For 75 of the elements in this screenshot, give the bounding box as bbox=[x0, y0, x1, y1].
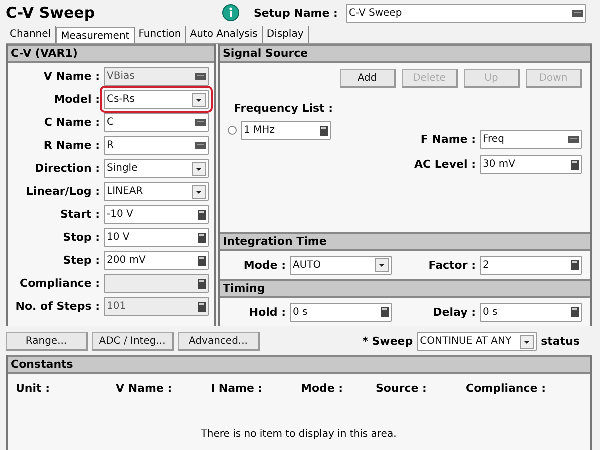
field-label: F Name : bbox=[420, 133, 476, 146]
column-header: I Name : bbox=[211, 382, 264, 395]
section-header: Timing bbox=[220, 279, 590, 298]
dialog-button[interactable]: Range... bbox=[6, 332, 88, 351]
caret-icon[interactable] bbox=[520, 334, 534, 348]
column-header: Unit : bbox=[16, 382, 52, 395]
window-title: C-V Sweep bbox=[6, 4, 96, 22]
input-field[interactable]: 200 mV bbox=[104, 251, 209, 270]
dialog-button[interactable]: Advanced... bbox=[178, 332, 260, 351]
caret-icon[interactable] bbox=[192, 184, 206, 198]
tab[interactable]: Function bbox=[134, 26, 186, 43]
calculator-icon[interactable] bbox=[198, 256, 206, 266]
info-icon[interactable] bbox=[222, 4, 240, 22]
sweep-label: * Sweep bbox=[362, 335, 414, 348]
tab[interactable]: Measurement bbox=[56, 27, 135, 44]
field-label: Delay : bbox=[432, 306, 476, 318]
input-field[interactable]: 0 s bbox=[290, 302, 392, 322]
calculator-icon[interactable] bbox=[198, 210, 206, 220]
calculator-icon[interactable] bbox=[381, 307, 389, 317]
field-label: Linear/Log : bbox=[25, 185, 100, 198]
setup-name-label: Setup Name : bbox=[254, 6, 338, 20]
column-header: V Name : bbox=[116, 382, 174, 395]
section-header: Signal Source bbox=[220, 44, 590, 63]
field-label: C Name : bbox=[43, 116, 100, 129]
tab[interactable]: Auto Analysis bbox=[186, 26, 263, 43]
column-header: Mode : bbox=[301, 382, 344, 395]
field-label: Start : bbox=[59, 208, 100, 221]
caret-icon[interactable] bbox=[192, 162, 206, 176]
dropdown-field[interactable]: LINEAR bbox=[104, 182, 209, 201]
column-header: Compliance : bbox=[466, 382, 547, 395]
input-field[interactable]: 1 MHz bbox=[241, 121, 331, 140]
input-field[interactable]: C bbox=[104, 113, 209, 132]
input-field[interactable]: -10 V bbox=[104, 205, 209, 224]
field-label: Mode : bbox=[242, 258, 286, 272]
field-label: V Name : bbox=[42, 70, 100, 83]
input-field[interactable]: 0 s bbox=[480, 302, 582, 322]
field-label: Factor : bbox=[428, 258, 476, 272]
section-header: Constants bbox=[8, 355, 590, 374]
tab[interactable]: Display bbox=[262, 26, 309, 43]
caret-icon[interactable] bbox=[192, 92, 206, 106]
calculator-icon[interactable] bbox=[571, 260, 579, 270]
section-header: C-V (VAR1) bbox=[8, 44, 214, 63]
input-field[interactable]: R bbox=[104, 136, 209, 155]
dropdown-field[interactable]: AUTO bbox=[290, 256, 392, 274]
dropdown-field[interactable]: Cs-Rs bbox=[104, 90, 209, 109]
field-label: R Name : bbox=[42, 139, 100, 152]
calculator-icon[interactable] bbox=[320, 126, 328, 136]
calculator-icon[interactable] bbox=[571, 160, 579, 170]
empty-message: There is no item to display in this area. bbox=[201, 429, 397, 440]
field-label: Stop : bbox=[62, 231, 100, 244]
dialog-button[interactable]: ADC / Integ... bbox=[92, 332, 174, 351]
calculator-icon[interactable] bbox=[571, 307, 579, 317]
calculator-icon[interactable] bbox=[198, 232, 206, 242]
status-label: status bbox=[541, 335, 580, 348]
input-field[interactable]: 10 V bbox=[104, 228, 209, 247]
input-field[interactable]: 30 mV bbox=[480, 155, 582, 174]
caret-icon[interactable] bbox=[375, 258, 389, 272]
setup-name-field[interactable]: C-V Sweep bbox=[346, 4, 586, 22]
list-button[interactable]: Add bbox=[340, 69, 396, 88]
keyboard-icon[interactable] bbox=[572, 10, 583, 16]
field-label: Frequency List : bbox=[234, 102, 334, 115]
field-label: Model : bbox=[53, 93, 100, 106]
field-label: AC Level : bbox=[413, 158, 476, 171]
field-label: No. of Steps : bbox=[14, 300, 100, 313]
dropdown-field[interactable]: Single bbox=[104, 159, 209, 178]
field-label: Direction : bbox=[34, 162, 100, 175]
column-header: Source : bbox=[376, 382, 428, 395]
input-field[interactable]: 2 bbox=[480, 256, 582, 274]
input-field[interactable]: Freq bbox=[480, 130, 582, 149]
field-label: Hold : bbox=[248, 306, 286, 318]
radio-button[interactable] bbox=[228, 126, 237, 135]
section-header: Integration Time bbox=[220, 232, 590, 251]
dropdown-field[interactable]: CONTINUE AT ANY bbox=[417, 332, 538, 351]
field-label: Step : bbox=[62, 254, 100, 267]
field-label: Compliance : bbox=[19, 277, 100, 290]
